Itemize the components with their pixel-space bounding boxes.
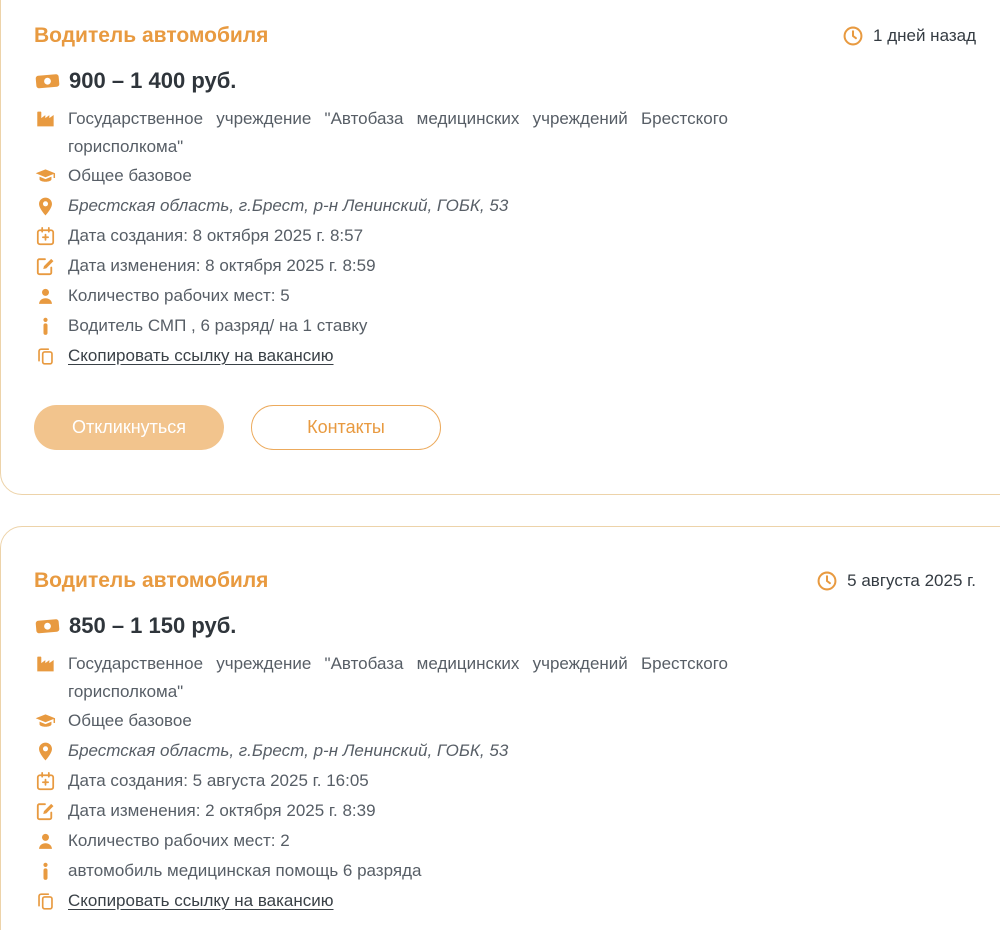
copy-icon — [34, 341, 57, 371]
workplaces-row: Количество рабочих мест: 5 — [34, 281, 976, 311]
details-text: Водитель СМП , 6 разряд/ на 1 ставку — [68, 311, 367, 341]
graduation-cap-icon — [34, 161, 57, 191]
vacancy-card: Водитель автомобиля 5 августа 2025 г. 85… — [0, 526, 1000, 930]
company-row: Государственное учреждение "Автобаза мед… — [34, 104, 976, 161]
copy-vacancy-link[interactable]: Скопировать ссылку на вакансию — [68, 341, 334, 371]
copy-link-row: Скопировать ссылку на вакансию — [34, 341, 976, 371]
clock-icon — [816, 570, 838, 592]
person-icon — [34, 281, 57, 311]
info-icon — [34, 311, 57, 341]
apply-button[interactable]: Откликнуться — [34, 405, 224, 450]
salary-value: 850 – 1 150 руб. — [69, 611, 236, 641]
salary-row: 900 – 1 400 руб. — [34, 66, 976, 96]
vacancy-details: Государственное учреждение "Автобаза мед… — [34, 649, 976, 916]
posted-date: 1 дней назад — [842, 22, 976, 50]
location-row: Брестская область, г.Брест, р-н Ленински… — [34, 736, 976, 766]
company-name: Государственное учреждение "Автобаза мед… — [68, 104, 728, 161]
date-modified-row: Дата изменения: 8 октября 2025 г. 8:59 — [34, 251, 976, 281]
info-icon — [34, 856, 57, 886]
education-row: Общее базовое — [34, 161, 976, 191]
posted-date: 5 августа 2025 г. — [816, 567, 976, 595]
map-pin-icon — [34, 191, 57, 221]
education-level: Общее базовое — [68, 161, 192, 191]
date-modified: Дата изменения: 2 октября 2025 г. 8:39 — [68, 796, 376, 826]
vacancy-details: Государственное учреждение "Автобаза мед… — [34, 104, 976, 371]
details-text: автомобиль медицинская помощь 6 разряда — [68, 856, 421, 886]
calendar-plus-icon — [34, 766, 57, 796]
person-icon — [34, 826, 57, 856]
salary-row: 850 – 1 150 руб. — [34, 611, 976, 641]
copy-link-row: Скопировать ссылку на вакансию — [34, 886, 976, 916]
banknote-icon — [34, 614, 61, 638]
edit-icon — [34, 796, 57, 826]
date-created: Дата создания: 8 октября 2025 г. 8:57 — [68, 221, 363, 251]
date-modified-row: Дата изменения: 2 октября 2025 г. 8:39 — [34, 796, 976, 826]
factory-icon — [34, 104, 57, 132]
education-level: Общее базовое — [68, 706, 192, 736]
workplaces-count: Количество рабочих мест: 2 — [68, 826, 290, 856]
vacancy-title[interactable]: Водитель автомобиля — [34, 22, 268, 50]
graduation-cap-icon — [34, 706, 57, 736]
vacancy-card: Водитель автомобиля 1 дней назад 900 – 1… — [0, 0, 1000, 495]
copy-vacancy-link[interactable]: Скопировать ссылку на вакансию — [68, 886, 334, 916]
contacts-button[interactable]: Контакты — [251, 405, 441, 450]
calendar-plus-icon — [34, 221, 57, 251]
workplaces-row: Количество рабочих мест: 2 — [34, 826, 976, 856]
date-created: Дата создания: 5 августа 2025 г. 16:05 — [68, 766, 369, 796]
copy-icon — [34, 886, 57, 916]
map-pin-icon — [34, 736, 57, 766]
factory-icon — [34, 649, 57, 677]
location-text: Брестская область, г.Брест, р-н Ленински… — [68, 191, 508, 221]
education-row: Общее базовое — [34, 706, 976, 736]
details-row: автомобиль медицинская помощь 6 разряда — [34, 856, 976, 886]
company-row: Государственное учреждение "Автобаза мед… — [34, 649, 976, 706]
salary-value: 900 – 1 400 руб. — [69, 66, 236, 96]
details-row: Водитель СМП , 6 разряд/ на 1 ставку — [34, 311, 976, 341]
card-header: Водитель автомобиля 1 дней назад — [34, 22, 976, 50]
banknote-icon — [34, 69, 61, 93]
posted-date-label: 1 дней назад — [873, 22, 976, 50]
date-created-row: Дата создания: 8 октября 2025 г. 8:57 — [34, 221, 976, 251]
date-modified: Дата изменения: 8 октября 2025 г. 8:59 — [68, 251, 376, 281]
date-created-row: Дата создания: 5 августа 2025 г. 16:05 — [34, 766, 976, 796]
card-header: Водитель автомобиля 5 августа 2025 г. — [34, 567, 976, 595]
edit-icon — [34, 251, 57, 281]
company-name: Государственное учреждение "Автобаза мед… — [68, 649, 728, 706]
workplaces-count: Количество рабочих мест: 5 — [68, 281, 290, 311]
clock-icon — [842, 25, 864, 47]
vacancy-title[interactable]: Водитель автомобиля — [34, 567, 268, 595]
posted-date-label: 5 августа 2025 г. — [847, 567, 976, 595]
card-actions: Откликнуться Контакты — [34, 405, 976, 450]
location-row: Брестская область, г.Брест, р-н Ленински… — [34, 191, 976, 221]
location-text: Брестская область, г.Брест, р-н Ленински… — [68, 736, 508, 766]
